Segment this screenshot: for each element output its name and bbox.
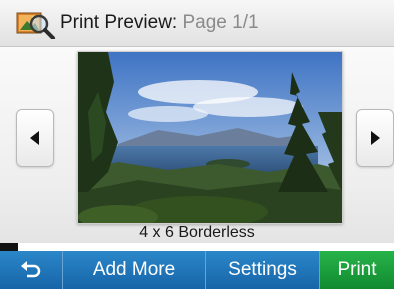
title-bar: Print Preview: Page 1/1 <box>0 0 394 47</box>
next-page-button[interactable] <box>356 109 394 167</box>
settings-button[interactable]: Settings <box>206 251 320 289</box>
back-arrow-icon <box>21 261 41 278</box>
print-preview-icon <box>16 7 56 40</box>
back-button[interactable] <box>0 251 63 289</box>
title: Print Preview: Page 1/1 <box>60 12 259 34</box>
previous-page-button[interactable] <box>16 109 54 167</box>
page-strip-marker <box>0 243 18 251</box>
bottom-toolbar: Add More Settings Print <box>0 251 394 289</box>
triangle-right-icon <box>371 131 380 145</box>
preview-area: 4 x 6 Borderless <box>0 47 394 243</box>
print-button[interactable]: Print <box>320 251 394 289</box>
triangle-left-icon <box>30 131 39 145</box>
title-label: Print Preview: <box>60 12 178 33</box>
paper-size-caption: 4 x 6 Borderless <box>139 224 255 241</box>
photo-preview[interactable] <box>77 51 343 224</box>
page-strip <box>0 243 394 251</box>
landscape-photo <box>78 52 342 223</box>
page-indicator: Page 1/1 <box>182 12 259 33</box>
add-more-button[interactable]: Add More <box>63 251 206 289</box>
